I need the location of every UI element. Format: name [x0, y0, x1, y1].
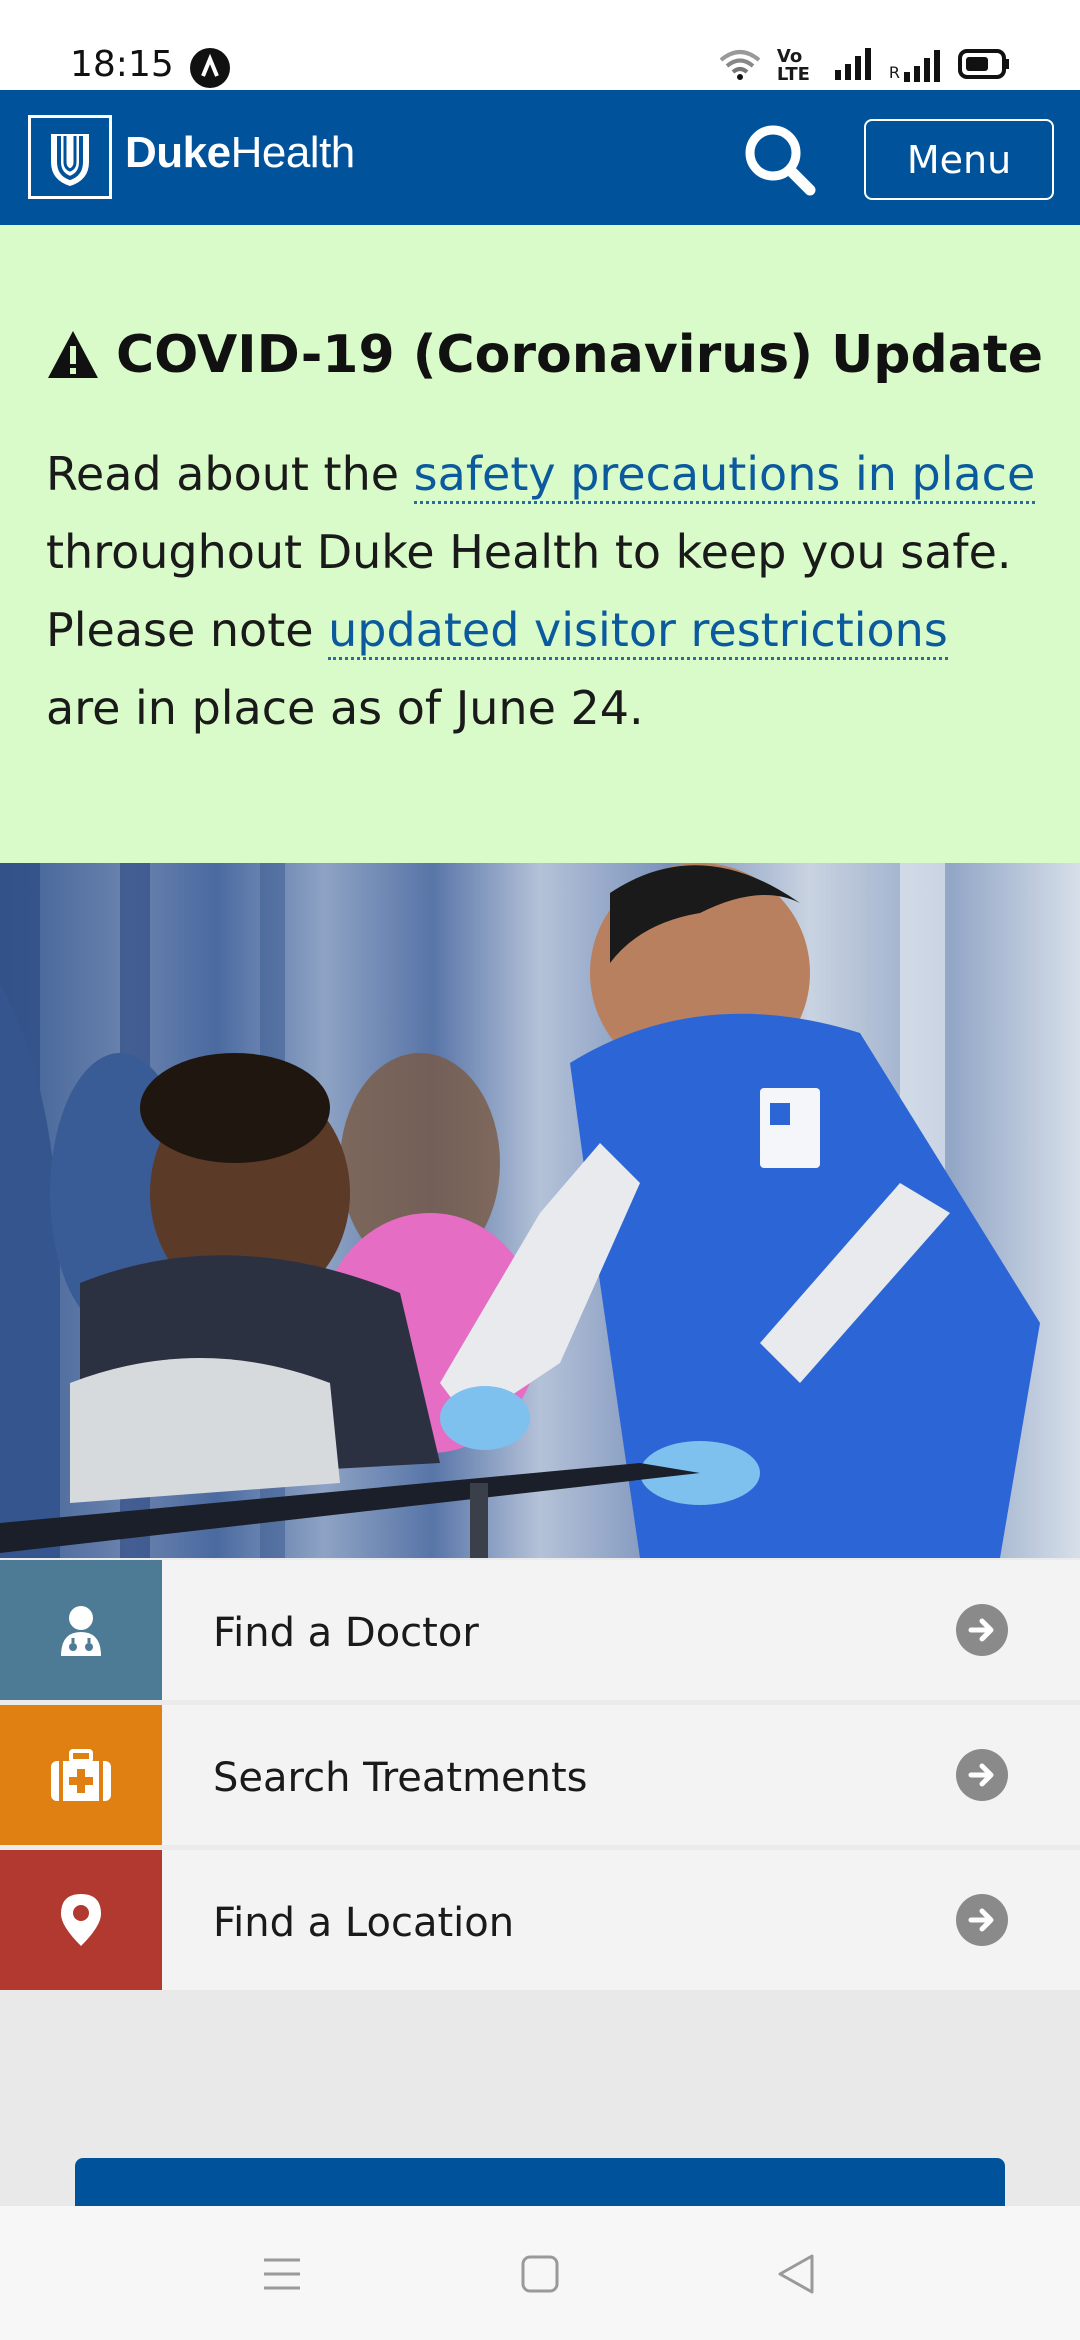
duke-shield-logo[interactable] — [28, 115, 112, 199]
safety-precautions-link[interactable]: safety precautions in place — [413, 447, 1036, 504]
home-nav-icon[interactable] — [516, 2250, 564, 2298]
map-pin-icon — [0, 1850, 162, 1990]
alert-body: Read about the safety precautions in pla… — [46, 435, 1036, 747]
search-icon — [745, 125, 816, 196]
hero-image — [0, 863, 1080, 1558]
alert-text-3: are in place as of June 24. — [46, 681, 644, 735]
alert-title: COVID-19 (Coronavirus) Update — [46, 325, 1043, 385]
medical-kit-icon — [0, 1705, 162, 1845]
status-icons: Vo LTE R — [719, 46, 1010, 86]
visitor-restrictions-link[interactable]: updated visitor restrictions — [328, 603, 948, 660]
search-treatments-link[interactable]: Search Treatments — [0, 1705, 1080, 1845]
back-nav-icon[interactable] — [772, 2250, 820, 2298]
brand-bold: Duke — [125, 128, 231, 177]
arrow-right-icon — [956, 1894, 1008, 1946]
find-doctor-label: Find a Doctor — [213, 1610, 479, 1656]
alert-text-1: Read about the — [46, 447, 414, 501]
roaming-label: R — [888, 63, 900, 82]
menu-nav-icon[interactable] — [258, 2250, 306, 2298]
wifi-icon — [719, 48, 761, 84]
search-treatments-label: Search Treatments — [213, 1755, 588, 1801]
menu-button[interactable]: Menu — [864, 119, 1054, 200]
warning-icon — [48, 331, 98, 378]
system-nav-bar — [0, 2206, 1080, 2340]
arrow-right-icon — [956, 1749, 1008, 1801]
signal-icon — [833, 48, 873, 84]
status-bar: 18:15 Vo LTE R — [0, 0, 1080, 90]
site-header: DukeHealth Menu — [0, 90, 1080, 225]
covid-alert: COVID-19 (Coronavirus) Update Read about… — [0, 225, 1080, 863]
search-button[interactable] — [740, 120, 820, 200]
duke-health-wordmark[interactable]: DukeHealth — [125, 128, 355, 178]
doctor-icon — [0, 1560, 162, 1700]
battery-icon — [958, 49, 1010, 83]
volte-icon: Vo LTE — [776, 46, 810, 85]
roaming-signal-icon: R — [889, 50, 942, 82]
arrow-right-icon — [956, 1604, 1008, 1656]
find-location-label: Find a Location — [213, 1900, 515, 1946]
app-notification-icon — [190, 48, 230, 88]
alert-title-text: COVID-19 (Coronavirus) Update — [116, 325, 1043, 385]
brand-light: Health — [230, 128, 356, 177]
hero-photo — [0, 863, 1040, 1558]
find-doctor-link[interactable]: Find a Doctor — [0, 1560, 1080, 1700]
status-time: 18:15 — [70, 44, 174, 85]
find-location-link[interactable]: Find a Location — [0, 1850, 1080, 1990]
